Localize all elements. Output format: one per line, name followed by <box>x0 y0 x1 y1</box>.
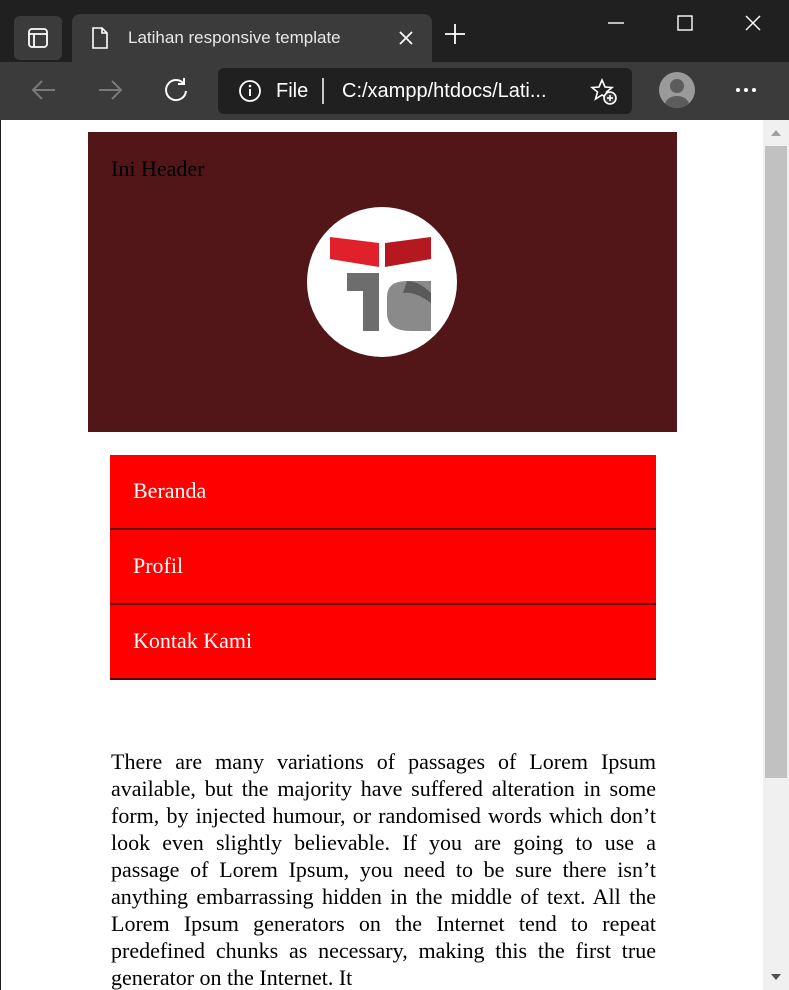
address-scheme: File <box>276 80 309 102</box>
logo-emblem <box>330 237 431 331</box>
kemendikbud-logo <box>307 207 457 357</box>
back-icon[interactable] <box>30 76 58 104</box>
close-window-icon[interactable] <box>742 10 764 36</box>
more-options-icon[interactable] <box>734 76 758 104</box>
forward-icon[interactable] <box>96 76 124 104</box>
profile-avatar[interactable] <box>659 72 695 108</box>
nav-item-beranda[interactable]: Beranda <box>110 455 656 530</box>
arrow-up-icon <box>771 130 781 136</box>
browser-toolbar: File C:/xampp/htdocs/Lati... <box>0 62 789 120</box>
info-icon[interactable] <box>238 79 262 103</box>
person-icon <box>665 79 689 108</box>
scroll-down-arrow[interactable] <box>763 966 789 988</box>
address-separator <box>322 78 324 104</box>
nav-item-kontak-kami[interactable]: Kontak Kami <box>110 605 656 680</box>
vertical-scrollbar[interactable] <box>763 120 789 990</box>
scroll-up-arrow[interactable] <box>763 122 789 144</box>
browser-titlebar: Latihan responsive template <box>0 0 789 62</box>
page-viewport: Ini Header Beranda Profil Kontak Kami Th… <box>0 120 763 990</box>
content-paragraph: There are many variations of passages of… <box>111 749 656 990</box>
tab-title: Latihan responsive template <box>128 28 341 47</box>
add-favorite-icon[interactable] <box>590 78 618 106</box>
maximize-icon[interactable] <box>674 10 696 36</box>
arrow-down-icon <box>771 974 781 980</box>
tab-actions-icon <box>28 28 48 48</box>
refresh-icon[interactable] <box>162 76 190 104</box>
nav-item-profil[interactable]: Profil <box>110 530 656 605</box>
address-url[interactable]: C:/xampp/htdocs/Lati... <box>342 80 547 103</box>
main-nav: Beranda Profil Kontak Kami <box>110 455 656 680</box>
scroll-thumb[interactable] <box>765 146 787 778</box>
header-text: Ini Header <box>111 156 205 181</box>
close-tab-icon[interactable] <box>397 29 415 47</box>
browser-tab[interactable]: Latihan responsive template <box>72 14 432 62</box>
new-tab-icon[interactable] <box>443 22 467 46</box>
address-bar[interactable]: File C:/xampp/htdocs/Lati... <box>218 68 632 114</box>
page-icon <box>92 27 108 49</box>
minimize-icon[interactable] <box>605 10 627 36</box>
page-header: Ini Header <box>88 132 677 432</box>
tab-actions-button[interactable] <box>14 16 62 60</box>
